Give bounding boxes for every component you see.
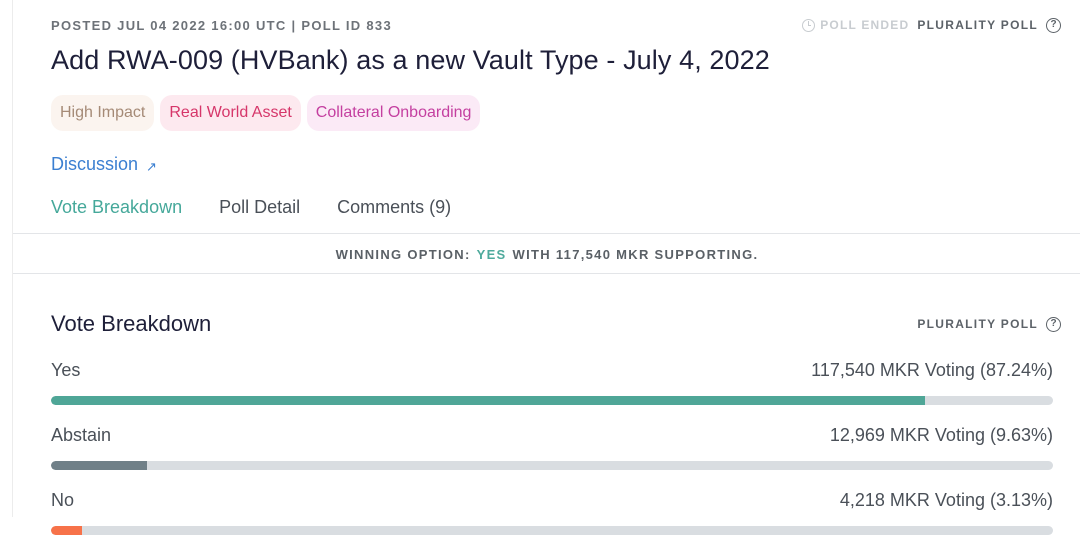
breakdown-poll-type-label: PLURALITY POLL: [917, 317, 1038, 331]
clock-icon: [802, 18, 816, 32]
winning-option: YES: [476, 246, 507, 262]
progress-track: [51, 396, 1053, 405]
poll-type-label: PLURALITY POLL: [917, 18, 1038, 32]
option-label: Abstain: [51, 425, 112, 445]
progress-fill: [51, 396, 926, 405]
winning-option-banner: WINNING OPTION: YES WITH 117,540 MKR SUP…: [13, 234, 1080, 274]
poll-meta: POSTED JUL 04 2022 16:00 UTC | POLL ID 8…: [51, 17, 392, 33]
poll-type: PLURALITY POLL ?: [917, 17, 1061, 33]
tab-vote-breakdown[interactable]: Vote Breakdown: [51, 197, 182, 218]
tab-poll-detail[interactable]: Poll Detail: [219, 197, 300, 218]
breakdown-header: Vote Breakdown PLURALITY POLL ?: [51, 311, 1061, 337]
external-link-icon: ↗: [146, 158, 157, 174]
vote-option-yes: Yes 117,540 MKR Voting (87.24%): [51, 358, 1053, 405]
tab-comments[interactable]: Comments (9): [337, 197, 451, 218]
progress-track: [51, 461, 1053, 470]
progress-track: [51, 526, 1053, 535]
vote-option-abstain: Abstain 12,969 MKR Voting (9.63%): [51, 423, 1053, 470]
winning-suffix: WITH 117,540 MKR SUPPORTING.: [512, 246, 759, 262]
discussion-link[interactable]: Discussion ↗: [51, 151, 157, 177]
tag-collateral-onboarding: Collateral Onboarding: [306, 95, 481, 131]
vote-option-no: No 4,218 MKR Voting (3.13%): [51, 488, 1053, 535]
option-label: No: [51, 490, 75, 510]
poll-meta-row: POSTED JUL 04 2022 16:00 UTC | POLL ID 8…: [51, 16, 1061, 34]
poll-tabs: Vote Breakdown Poll Detail Comments (9): [51, 197, 451, 218]
poll-ended-status: POLL ENDED: [802, 18, 909, 32]
discussion-label: Discussion: [51, 153, 139, 174]
tag-real-world-asset: Real World Asset: [160, 95, 301, 131]
winning-prefix: WINNING OPTION:: [335, 246, 471, 262]
option-label: Yes: [51, 360, 81, 380]
poll-card: POSTED JUL 04 2022 16:00 UTC | POLL ID 8…: [12, 0, 1080, 535]
help-circle-icon[interactable]: ?: [1046, 17, 1061, 33]
option-value: 4,218 MKR Voting (3.13%): [839, 490, 1053, 510]
progress-fill: [51, 526, 83, 535]
option-value: 12,969 MKR Voting (9.63%): [829, 425, 1053, 445]
poll-ended-label: POLL ENDED: [820, 18, 910, 32]
tag-high-impact: High Impact: [51, 95, 155, 131]
progress-fill: [51, 461, 148, 470]
option-value: 117,540 MKR Voting (87.24%): [811, 360, 1053, 380]
poll-status-group: POLL ENDED PLURALITY POLL ?: [802, 17, 1061, 33]
help-circle-icon[interactable]: ?: [1046, 316, 1061, 332]
poll-title: Add RWA-009 (HVBank) as a new Vault Type…: [51, 45, 770, 75]
banner-divider: [13, 273, 1080, 274]
breakdown-title: Vote Breakdown: [51, 311, 212, 336]
tag-list: High Impact Real World Asset Collateral …: [51, 95, 481, 131]
breakdown-poll-type: PLURALITY POLL ?: [917, 316, 1061, 332]
